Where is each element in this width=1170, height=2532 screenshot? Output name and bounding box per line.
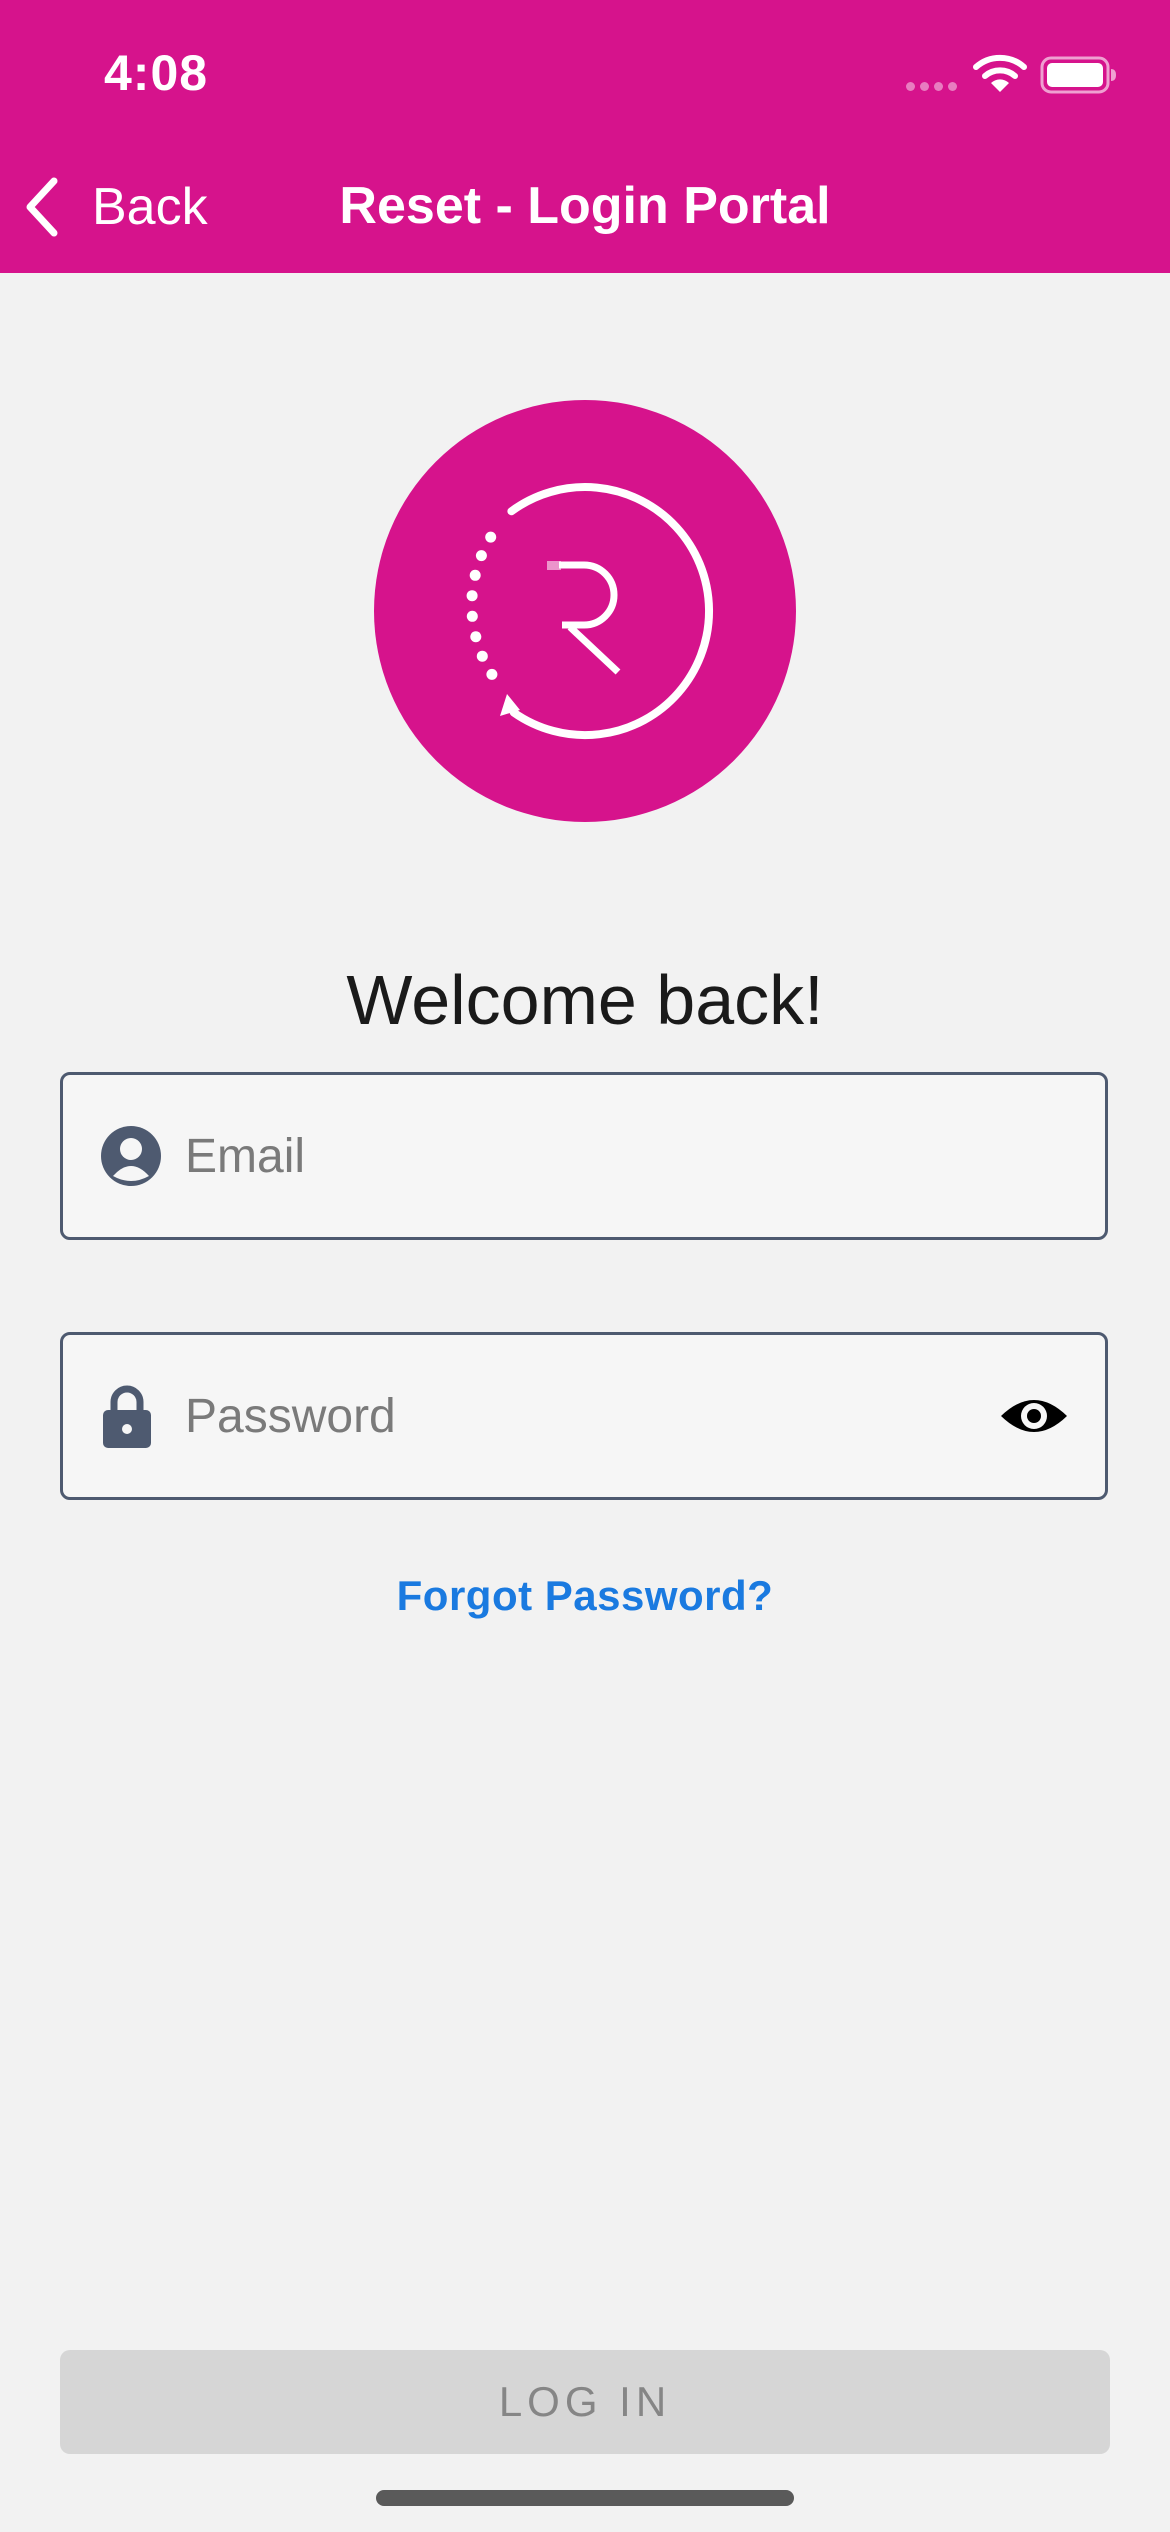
reset-logo — [374, 400, 796, 822]
status-bar-time: 4:08 — [104, 45, 209, 101]
wifi-icon — [973, 54, 1027, 92]
battery-icon — [1040, 56, 1116, 94]
eye-icon[interactable] — [999, 1392, 1069, 1440]
welcome-heading: Welcome back! — [346, 961, 824, 1039]
navigation-header: 4:08 Back Reset - Login Portal — [0, 0, 1170, 273]
login-button[interactable]: LOG IN — [60, 2350, 1110, 2454]
page-title: Reset - Login Portal — [339, 177, 831, 235]
cellular-signal-icon — [906, 82, 958, 92]
password-field[interactable] — [60, 1332, 1108, 1500]
email-field[interactable] — [60, 1072, 1108, 1240]
forgot-password-link[interactable]: Forgot Password? — [0, 1572, 1170, 1620]
lock-icon — [103, 1385, 151, 1448]
password-input[interactable] — [185, 1335, 1005, 1497]
home-indicator[interactable] — [376, 2490, 794, 2506]
email-input[interactable] — [185, 1075, 1005, 1237]
user-circle-icon — [101, 1126, 161, 1186]
